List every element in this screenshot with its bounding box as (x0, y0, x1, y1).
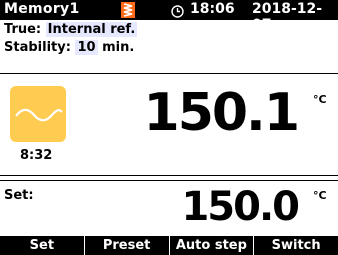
stabilizing-wave-icon (15, 108, 63, 122)
softkey-auto-step[interactable]: Auto step (170, 236, 255, 255)
divider (0, 175, 338, 176)
clock-time: 18:06 (190, 1, 235, 17)
stability-timer: 8:32 (20, 148, 53, 163)
stability-label: Stability: (4, 40, 71, 55)
true-reference-line: True: Internal ref. (4, 22, 138, 37)
setpoint-label: Set: (4, 188, 34, 203)
stability-value: 10 (75, 40, 98, 55)
true-reference-value: Internal ref. (45, 22, 138, 37)
actual-unit: °C (313, 93, 327, 106)
calibrator-screen: Memory1 18:06 2018-12-07 True: Internal … (0, 0, 338, 255)
stabilizing-status-tile (10, 86, 66, 142)
softkey-preset[interactable]: Preset (85, 236, 170, 255)
actual-temperature: 150.1 (143, 83, 300, 143)
divider (0, 180, 338, 181)
setpoint-unit: °C (313, 189, 327, 202)
status-bar: Memory1 18:06 2018-12-07 (0, 0, 338, 33)
softkey-bar: Set Preset Auto step Switch (0, 236, 338, 255)
stability-unit: min. (102, 40, 135, 55)
divider (0, 73, 338, 74)
stability-line: Stability: 10 min. (4, 40, 134, 55)
clock-icon (171, 3, 184, 18)
softkey-switch[interactable]: Switch (254, 236, 338, 255)
true-label: True: (4, 22, 42, 37)
heating-element-icon (121, 2, 135, 18)
program-name: Memory1 (4, 1, 80, 17)
softkey-set[interactable]: Set (0, 236, 85, 255)
setpoint-value[interactable]: 150.0 (181, 187, 300, 227)
clock-date: 2018-12-07 (252, 1, 323, 33)
